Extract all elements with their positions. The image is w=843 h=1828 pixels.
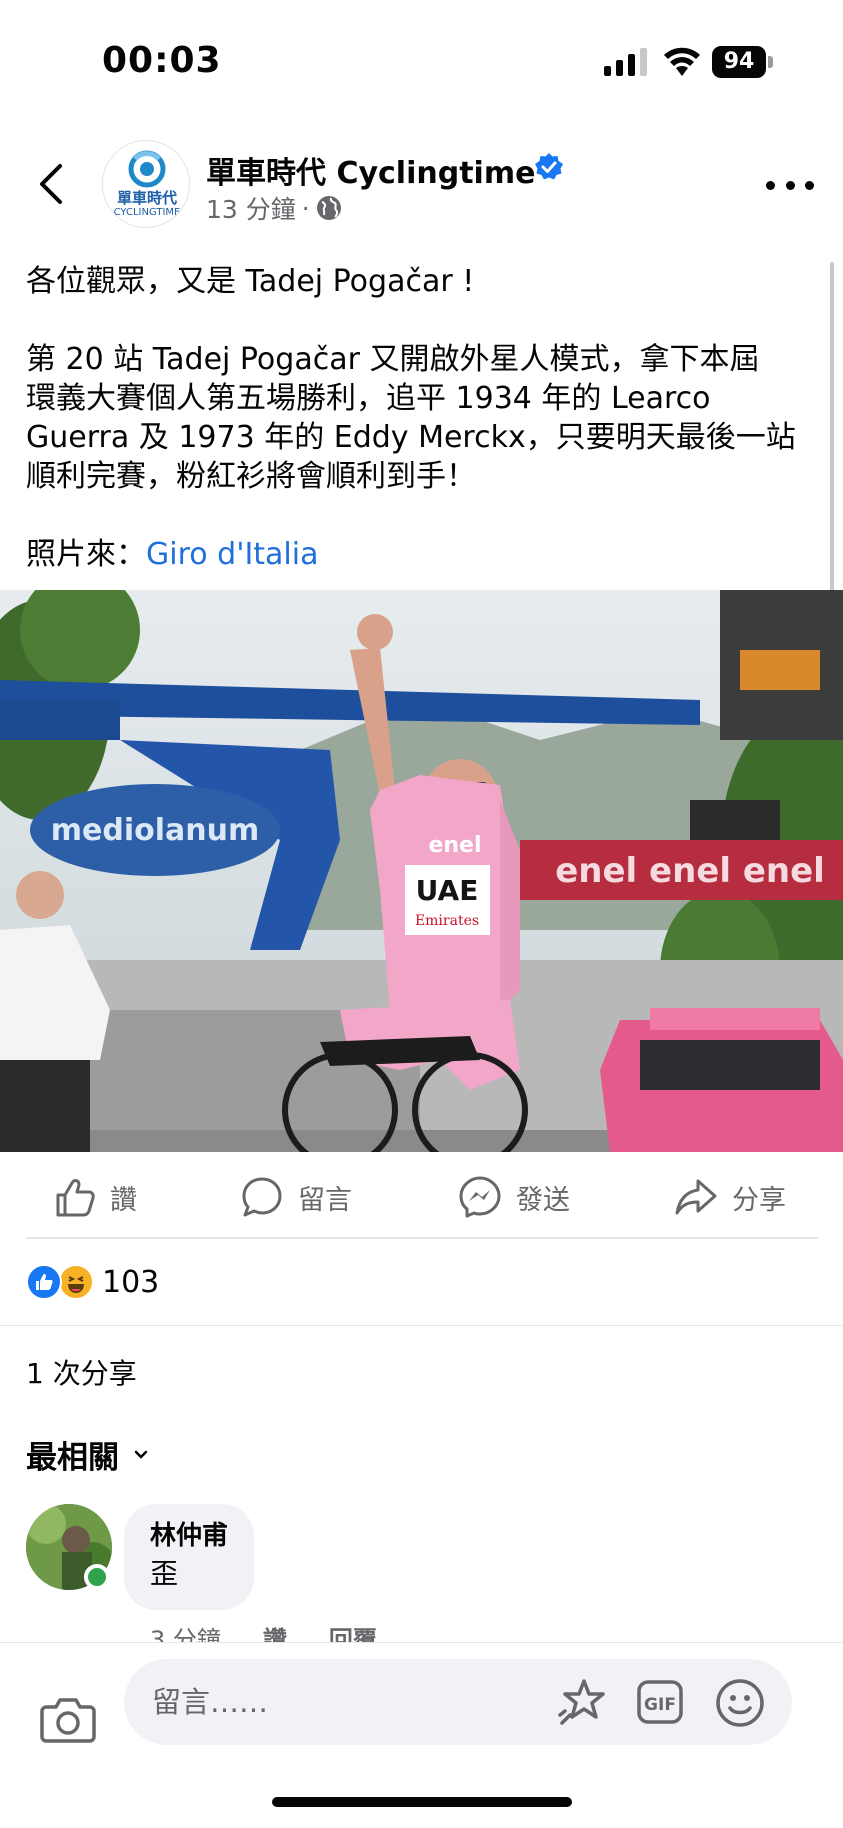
comment-bubble-icon [242, 1177, 282, 1217]
chevron-down-icon [134, 1450, 148, 1459]
reaction-count: 103 [102, 1264, 160, 1300]
gif-icon[interactable]: GIF [636, 1679, 684, 1725]
jersey-team: UAE [416, 874, 479, 907]
post-paragraph: 第 20 站 Tadej Pogačar 又開啟外星人模式，拿下本屆 環義大賽個… [26, 342, 796, 494]
battery-level: 94 [712, 46, 766, 78]
wifi-icon [664, 47, 700, 76]
thumbs-up-icon [56, 1179, 95, 1217]
comment-input[interactable] [152, 1659, 552, 1745]
avatar-sticker-icon[interactable] [556, 1677, 608, 1729]
online-status-dot [84, 1564, 110, 1590]
chevron-left-icon [40, 164, 62, 204]
cyclist-photo-illustration: mediolanum enel enel enel UAE Emirates e… [0, 590, 843, 1152]
sort-label: 最相關 [26, 1440, 119, 1476]
send-button[interactable]: 發送 [458, 1172, 570, 1222]
like-reaction-icon [26, 1264, 62, 1300]
status-bar: 00:03 94 [0, 0, 843, 120]
comment-text: 歪 [150, 1557, 179, 1590]
post-body: 各位觀眾，又是 Tadej Pogačar ! 第 20 站 Tadej Pog… [26, 262, 806, 574]
post-actions: 讚 留言 發送 分享 [0, 1160, 843, 1234]
verified-badge-icon [535, 153, 563, 180]
back-button[interactable] [30, 156, 70, 212]
meta-separator: · [301, 193, 310, 223]
photo-credit-link[interactable]: Giro d'Italia [146, 537, 319, 572]
scrollbar[interactable] [830, 262, 834, 592]
share-arrow-icon [675, 1179, 717, 1215]
page-name[interactable]: 單車時代 Cyclingtime [206, 148, 535, 192]
more-options-button[interactable] [766, 170, 814, 200]
home-indicator[interactable] [272, 1797, 572, 1807]
comment-author[interactable]: 林仲甫 [150, 1518, 228, 1554]
comment-input-wrapper: GIF [124, 1659, 792, 1745]
banner-mediolanum: mediolanum [51, 813, 259, 848]
like-button[interactable]: 讚 [52, 1172, 137, 1222]
share-label: 分享 [732, 1184, 786, 1216]
share-count[interactable]: 1 次分享 [26, 1352, 137, 1392]
photo-credit-label: 照片來： [26, 537, 146, 572]
status-time: 00:03 [102, 40, 222, 81]
divider [26, 1237, 818, 1239]
page-avatar[interactable]: 單車時代 CYCLINGTIME [102, 140, 190, 228]
messenger-icon [459, 1176, 501, 1218]
comment-button[interactable]: 留言 [240, 1172, 352, 1222]
logo-text-cn: 單車時代 [116, 189, 177, 207]
emoji-icon[interactable] [714, 1677, 766, 1729]
camera-icon[interactable] [40, 1695, 96, 1745]
globe-icon [316, 196, 341, 220]
banner-enel: enel enel enel [555, 851, 825, 891]
comment-label: 留言 [298, 1184, 352, 1216]
send-label: 發送 [516, 1184, 570, 1216]
photo-credit: 照片來：Giro d'Italia [26, 535, 806, 574]
more-dot-icon [766, 180, 775, 190]
post-paragraph: 各位觀眾，又是 Tadej Pogačar ! [26, 264, 475, 299]
share-button[interactable]: 分享 [674, 1172, 786, 1222]
post-time[interactable]: 13 分鐘 [206, 190, 296, 226]
like-label: 讚 [110, 1184, 137, 1216]
post-photo[interactable]: mediolanum enel enel enel UAE Emirates e… [0, 590, 843, 1152]
comment-sort-dropdown[interactable]: 最相關 [26, 1432, 149, 1477]
divider [0, 1325, 843, 1326]
jersey-top: enel [428, 833, 481, 858]
reaction-summary[interactable]: 103 [26, 1262, 159, 1302]
jersey-sponsor: Emirates [415, 913, 479, 929]
comment-composer: GIF [0, 1642, 843, 1828]
battery-icon: 94 [712, 46, 774, 78]
haha-reaction-icon [58, 1264, 94, 1300]
logo-text-en: CYCLINGTIME [113, 207, 181, 218]
cellular-signal-icon [604, 48, 647, 76]
post-meta: 13 分鐘 · [206, 190, 342, 226]
svg-text:GIF: GIF [644, 1695, 676, 1715]
comment-bubble[interactable]: 林仲甫 歪 [124, 1504, 255, 1610]
